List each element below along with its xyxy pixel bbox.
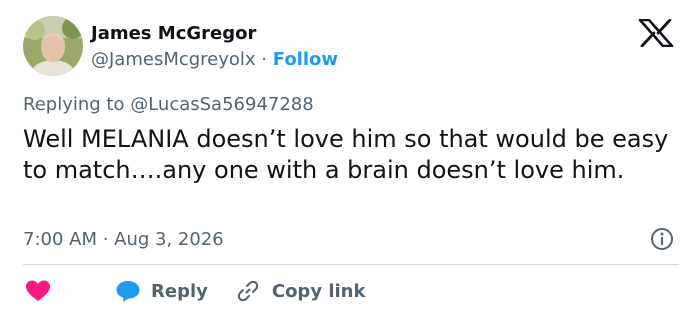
reply-button[interactable]: Reply xyxy=(51,279,208,303)
divider xyxy=(23,264,679,265)
tweet-timestamp[interactable]: 7:00 AM · Aug 3, 2026 xyxy=(23,229,224,250)
link-icon xyxy=(237,280,258,302)
info-icon[interactable] xyxy=(650,227,674,251)
x-logo-icon[interactable] xyxy=(637,19,675,47)
copy-link-label: Copy link xyxy=(271,280,366,302)
copy-link-button[interactable]: Copy link xyxy=(208,279,366,303)
replying-to-prefix: Replying to xyxy=(23,94,131,115)
heart-icon xyxy=(26,280,50,301)
like-button[interactable] xyxy=(23,279,51,303)
user-handle-line: @JamesMcgreyolx · Follow xyxy=(91,49,338,70)
reply-label: Reply xyxy=(151,280,208,302)
replying-to-handle[interactable]: @LucasSa56947288 xyxy=(130,94,314,115)
action-bar: Reply Copy link xyxy=(23,278,365,304)
user-display-name[interactable]: James McGregor xyxy=(91,23,256,44)
replying-to: Replying to @LucasSa56947288 xyxy=(23,94,314,115)
tweet-date: Aug 3, 2026 xyxy=(114,229,224,250)
user-handle[interactable]: @JamesMcgreyolx xyxy=(91,49,256,70)
avatar[interactable] xyxy=(23,16,83,76)
speech-bubble-icon xyxy=(116,281,140,302)
handle-separator: · xyxy=(255,49,273,70)
timestamp-separator: · xyxy=(97,229,115,250)
tweet-time: 7:00 AM xyxy=(23,229,97,250)
tweet-text: Well MELANIA doesn’t love him so that wo… xyxy=(23,125,669,184)
follow-button[interactable]: Follow xyxy=(273,49,338,70)
